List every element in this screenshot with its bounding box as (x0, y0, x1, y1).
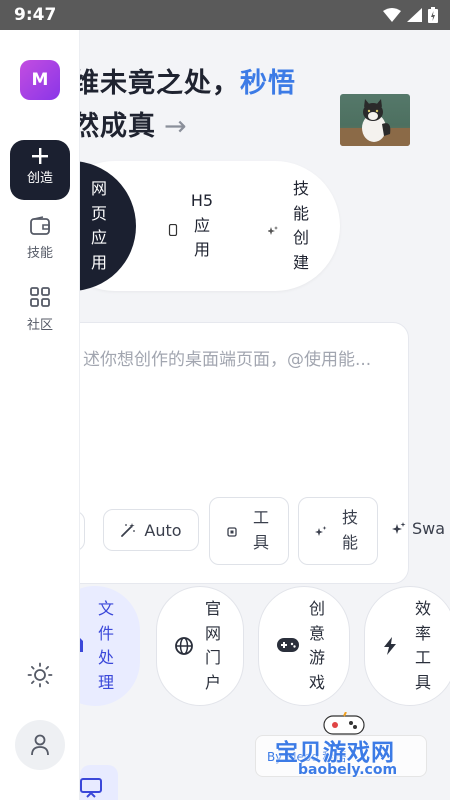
sidebar-item-create-label: 创造 (26, 171, 53, 186)
user-icon (31, 734, 49, 756)
signal-icon (407, 8, 422, 22)
sparkles-icon (392, 521, 406, 534)
globe-icon (175, 637, 193, 659)
category-file-processing[interactable]: 文件处理 (80, 586, 140, 706)
hero-line-2: 然成真 → (80, 105, 296, 148)
sidebar-item-community-label: 社区 (26, 318, 53, 333)
sidebar: M 创造 技能 社区 (0, 30, 80, 800)
mode-switch: 网页应用 H5应用 技能创建 (80, 161, 340, 291)
bolt-icon (383, 637, 397, 659)
monitor-icon (80, 777, 102, 800)
hero-headline: 维未竟之处，秒悟 然成真 → (80, 62, 296, 148)
mode-skill-create[interactable]: 技能创建 (267, 177, 312, 275)
hero-accent-text: 秒悟 (240, 68, 296, 99)
plus-icon (32, 148, 48, 164)
sidebar-item-skills-label: 技能 (26, 246, 53, 261)
battery-icon (428, 7, 438, 23)
chip-icon (226, 523, 238, 542)
swa-chip-label: Swa (412, 519, 446, 538)
arrow-right-icon[interactable]: → (164, 111, 188, 142)
auto-chip[interactable]: Auto (103, 509, 199, 551)
category-file-label: 文件处理 (97, 599, 114, 692)
sparkle-icon (315, 523, 327, 542)
hero-line-2-text: 然成真 (80, 111, 156, 142)
phone-icon (168, 221, 178, 240)
sparkle-icon (267, 221, 278, 240)
mode-h5-label: H5应用 (190, 191, 214, 259)
chip-partial[interactable] (80, 511, 85, 551)
mode-web-app-label: 网页应用 (90, 179, 107, 272)
mode-web-app[interactable]: 网页应用 (80, 161, 136, 291)
status-time: 9:47 (14, 5, 57, 25)
sun-icon[interactable] (27, 662, 53, 692)
prompt-input[interactable]: 述你想创作的桌面端页面，@使用能... (83, 345, 393, 375)
hero-cat-image (340, 94, 410, 146)
tools-chip-label: 工具 (252, 508, 269, 552)
skills-chip[interactable]: 技能 (298, 497, 378, 565)
grid-icon (30, 287, 50, 307)
tools-chip[interactable]: 工具 (209, 497, 289, 565)
sidebar-item-skills[interactable]: 技能 (10, 216, 70, 261)
sidebar-item-create[interactable]: 创造 (10, 140, 70, 200)
main-area: 维未竟之处，秒悟 然成真 → 网页应用 H5应用 技能创建 述你想创作的桌面端页… (80, 30, 450, 800)
category-portal-label: 官网门户 (204, 599, 221, 692)
wallet-icon (30, 216, 50, 235)
profile-button[interactable] (15, 720, 65, 770)
gamepad-icon (277, 637, 299, 656)
wifi-icon (383, 8, 401, 22)
magic-wand-icon (121, 523, 136, 537)
bottom-feature-card[interactable] (80, 765, 118, 800)
category-creative-game[interactable]: 创意游戏 (258, 586, 350, 706)
category-productivity-tools[interactable]: 效率工具 (364, 586, 450, 706)
watermark-url: baobely.com (298, 762, 398, 778)
swa-chip[interactable]: Swa (392, 519, 445, 538)
brand-avatar[interactable]: M (20, 60, 60, 100)
auto-chip-label: Auto (144, 520, 182, 540)
hero-line-1: 维未竟之处，秒悟 (80, 62, 296, 105)
system-icons (383, 7, 438, 23)
category-efficiency-label: 效率工具 (414, 599, 431, 692)
category-website-portal[interactable]: 官网门户 (156, 586, 244, 706)
category-game-label: 创意游戏 (308, 599, 325, 692)
sidebar-item-community[interactable]: 社区 (10, 286, 70, 333)
mode-h5-app[interactable]: H5应用 (168, 189, 214, 263)
skills-chip-label: 技能 (341, 508, 358, 552)
prompt-card: 述你想创作的桌面端页面，@使用能... Auto 工具 技能 Swa (80, 322, 445, 584)
status-bar: 9:47 (0, 0, 450, 30)
mode-skill-label: 技能创建 (292, 179, 309, 272)
hero-line-1-text: 维未竟之处， (80, 68, 240, 99)
document-icon (80, 637, 83, 656)
